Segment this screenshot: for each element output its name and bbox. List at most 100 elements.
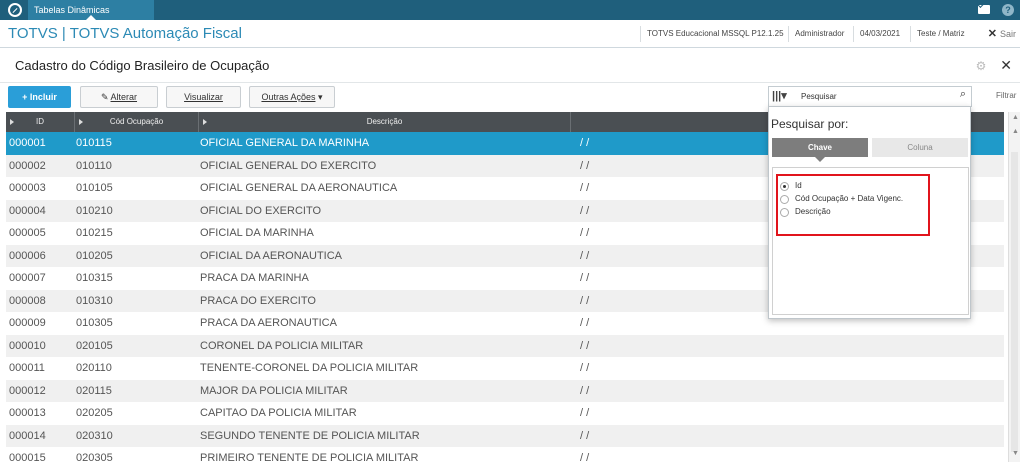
cell-descricao: OFICIAL GENERAL DA MARINHA <box>200 137 370 149</box>
cell-data: / / <box>580 249 590 262</box>
cell-id: 000009 <box>9 317 46 329</box>
cell-data: / / <box>580 294 590 307</box>
cell-data: / / <box>580 182 590 194</box>
table-row[interactable]: 000011 020110 TENENTE-CORONEL DA POLICIA M… <box>6 357 1004 380</box>
visualizar-label: Visualizar <box>184 92 223 102</box>
column-header-id[interactable]: ID <box>6 112 75 132</box>
cell-descricao: OFICIAL GENERAL DO EXERCITO <box>200 159 377 172</box>
cell-id: 000015 <box>9 452 46 462</box>
column-header-label: Descrição <box>366 117 403 126</box>
column-header-cod[interactable]: Cód Ocupação <box>75 112 199 132</box>
cell-data: / / <box>580 227 590 239</box>
mail-icon[interactable] <box>978 5 990 14</box>
cell-cod-ocupacao: 010315 <box>76 272 113 284</box>
logout-button[interactable]: ✕ Sair <box>988 26 1016 42</box>
tab-chave[interactable]: Chave <box>772 138 868 162</box>
pencil-icon: ✎ <box>100 92 111 102</box>
sort-arrow-icon <box>203 119 207 125</box>
cell-id: 000011 <box>9 362 45 374</box>
radio-label: Descrição <box>795 207 831 216</box>
cell-cod-ocupacao: 010215 <box>76 227 113 239</box>
radio-selected-icon <box>780 182 789 191</box>
search-icon[interactable]: ⌕ <box>960 88 966 101</box>
cell-descricao: PRACA DO EXERCITO <box>200 294 316 307</box>
cell-data: / / <box>580 339 590 352</box>
search-options-highlight: Id Cód Ocupação + Data Vigenc. Descrição <box>776 174 930 236</box>
scroll-down-icon[interactable]: ▼ <box>1012 450 1019 457</box>
environment-label[interactable]: TOTVS Educacional MSSQL P12.1.25 <box>640 26 790 42</box>
columns-icon[interactable]: |||▾ <box>772 89 787 102</box>
close-page-icon[interactable]: ✕ <box>1000 57 1012 73</box>
cell-cod-ocupacao: 020110 <box>76 362 112 374</box>
search-by-title: Pesquisar por: <box>771 117 849 131</box>
cell-id: 000014 <box>9 429 46 442</box>
radio-icon <box>780 208 789 217</box>
company-label[interactable]: Teste / Matriz <box>910 26 971 42</box>
cell-id: 000002 <box>9 159 46 172</box>
user-label[interactable]: Administrador <box>788 26 850 42</box>
page-tools: ⚙ ✕ <box>976 57 1012 74</box>
outras-acoes-label: Outras Ações <box>261 92 316 102</box>
cell-id: 000001 <box>9 137 46 149</box>
cell-descricao: OFICIAL DO EXERCITO <box>200 204 322 217</box>
cell-data: / / <box>580 317 590 329</box>
date-label[interactable]: 04/03/2021 <box>853 26 906 42</box>
radio-label: Cód Ocupação + Data Vigenc. <box>795 194 904 203</box>
table-row[interactable]: 000013 020205 CAPITAO DA POLICIA MILITAR / … <box>6 402 1004 425</box>
cell-descricao: OFICIAL DA AERONAUTICA <box>200 249 343 262</box>
vertical-scrollbar[interactable]: ▲ ▲ ▼ <box>1008 112 1020 462</box>
cell-cod-ocupacao: 020105 <box>76 339 113 352</box>
cell-data: / / <box>580 362 590 374</box>
gear-icon[interactable]: ⚙ <box>976 59 987 73</box>
cell-descricao: OFICIAL DA MARINHA <box>200 227 314 239</box>
search-input[interactable] <box>801 89 949 104</box>
cell-id: 000013 <box>9 407 46 419</box>
cell-descricao: PRACA DA MARINHA <box>200 272 309 284</box>
chevron-down-icon: ▾ <box>318 92 323 102</box>
column-header-label: Cód Ocupação <box>109 117 164 126</box>
help-icon[interactable]: ? <box>1002 4 1014 16</box>
sort-arrow-icon <box>79 119 83 125</box>
incluir-button[interactable]: + Incluir <box>8 86 71 108</box>
logout-label: Sair <box>999 29 1016 39</box>
cell-descricao: SEGUNDO TENENTE DE POLICIA MILITAR <box>200 429 420 442</box>
cell-data: / / <box>580 272 590 284</box>
column-header-descricao[interactable]: Descrição <box>199 112 571 132</box>
tab-coluna[interactable]: Coluna <box>872 138 968 157</box>
scroll-thumb[interactable] <box>1011 152 1018 452</box>
cell-data: / / <box>580 159 590 172</box>
visualizar-button[interactable]: Visualizar <box>166 86 241 108</box>
alterar-button[interactable]: ✎ Alterar <box>80 86 158 108</box>
alterar-label: Alterar <box>110 92 138 102</box>
table-row[interactable]: 000015 020305 PRIMEIRO TENENTE DE POLICIA … <box>6 447 1004 462</box>
scroll-up-icon[interactable]: ▲ <box>1012 128 1019 135</box>
page-title: Cadastro do Código Brasileiro de Ocupaçã… <box>15 58 270 73</box>
radio-icon <box>780 195 789 204</box>
outras-acoes-button[interactable]: Outras Ações ▾ <box>249 86 335 108</box>
scroll-top-icon[interactable]: ▲ <box>1012 114 1019 121</box>
cell-cod-ocupacao: 020205 <box>76 407 113 419</box>
totvs-logo-icon[interactable] <box>8 3 22 17</box>
cell-descricao: PRIMEIRO TENENTE DE POLICIA MILITAR <box>200 452 419 462</box>
close-icon: ✕ <box>987 28 997 40</box>
cell-descricao: CORONEL DA POLICIA MILITAR <box>200 339 364 352</box>
search-box[interactable]: |||▾ ⌕ <box>768 86 972 107</box>
cell-cod-ocupacao: 010205 <box>76 249 113 262</box>
cell-id: 000010 <box>9 339 46 352</box>
cell-id: 000006 <box>9 249 46 262</box>
app-header: TOTVS | TOTVS Automação Fiscal TOTVS Edu… <box>0 20 1020 48</box>
radio-label: Id <box>795 181 802 190</box>
cell-data: / / <box>580 137 590 149</box>
table-row[interactable]: 000012 020115 MAJOR DA POLICIA MILITAR / / <box>6 379 1004 402</box>
cell-descricao: CAPITAO DA POLICIA MILITAR <box>200 407 357 419</box>
cell-descricao: OFICIAL GENERAL DA AERONAUTICA <box>200 182 398 194</box>
cell-id: 000005 <box>9 227 46 239</box>
cell-cod-ocupacao: 010210 <box>76 204 113 217</box>
cell-cod-ocupacao: 020115 <box>76 384 112 397</box>
cell-data: / / <box>580 452 590 462</box>
table-row[interactable]: 000010 020105 CORONEL DA POLICIA MILITAR / … <box>6 334 1004 357</box>
cell-data: / / <box>580 429 590 442</box>
tab-tabelas-dinamicas[interactable]: Tabelas Dinâmicas [02.9.0084] × <box>28 0 154 35</box>
filtrar-link[interactable]: Filtrar <box>996 91 1016 100</box>
table-row[interactable]: 000014 020310 SEGUNDO TENENTE DE POLICIA M… <box>6 424 1004 447</box>
